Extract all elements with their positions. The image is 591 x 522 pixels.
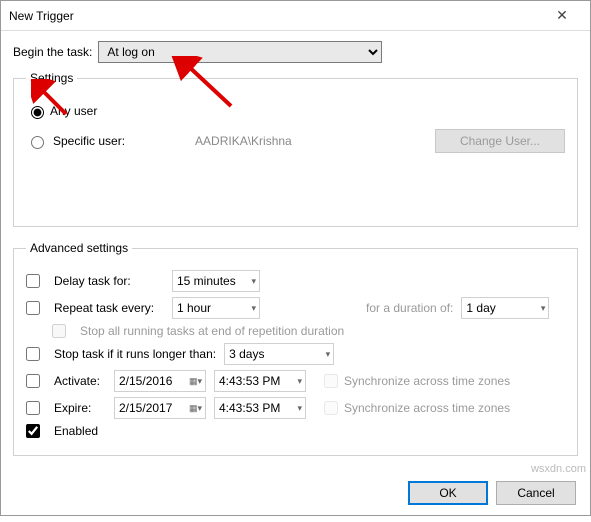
repeat-label: Repeat task every: <box>54 301 164 315</box>
delay-label: Delay task for: <box>54 274 164 288</box>
specific-user-radio[interactable] <box>31 136 44 149</box>
stop-all-row: Stop all running tasks at end of repetit… <box>52 324 565 338</box>
delay-row: Delay task for: 15 minutes▾ <box>26 270 565 292</box>
advanced-group: Advanced settings Delay task for: 15 min… <box>13 241 578 456</box>
specific-user-row: Specific user: AADRIKA\Krishna Change Us… <box>26 129 565 153</box>
any-user-radio[interactable] <box>31 106 44 119</box>
settings-legend: Settings <box>26 71 77 85</box>
repeat-combo[interactable]: 1 hour▾ <box>172 297 260 319</box>
any-user-row: Any user <box>26 103 565 119</box>
expire-checkbox[interactable] <box>26 401 40 415</box>
watermark: wsxdn.com <box>531 463 586 475</box>
specific-user-label: Specific user: <box>53 134 125 148</box>
expire-row: Expire: 2/15/2017▦▾ 4:43:53 PM▾ Synchron… <box>26 397 565 419</box>
repeat-row: Repeat task every: 1 hour▾ for a duratio… <box>26 297 565 319</box>
stop-if-combo[interactable]: 3 days▾ <box>224 343 334 365</box>
activate-label: Activate: <box>54 374 106 388</box>
sync-activate-label: Synchronize across time zones <box>344 374 510 388</box>
footer: OK Cancel <box>408 481 576 505</box>
enabled-row: Enabled <box>26 424 565 438</box>
sync-activate-checkbox <box>324 374 338 388</box>
sync-expire-label: Synchronize across time zones <box>344 401 510 415</box>
stop-if-checkbox[interactable] <box>26 347 40 361</box>
window-title: New Trigger <box>9 9 542 23</box>
dialog-body: Begin the task: At log on Settings Any u… <box>1 31 590 522</box>
begin-task-label: Begin the task: <box>13 45 92 59</box>
stop-all-checkbox <box>52 324 66 338</box>
begin-task-row: Begin the task: At log on <box>13 41 578 63</box>
enabled-checkbox[interactable] <box>26 424 40 438</box>
activate-date[interactable]: 2/15/2016▦▾ <box>114 370 206 392</box>
activate-row: Activate: 2/15/2016▦▾ 4:43:53 PM▾ Synchr… <box>26 370 565 392</box>
stop-if-row: Stop task if it runs longer than: 3 days… <box>26 343 565 365</box>
enabled-label: Enabled <box>54 424 98 438</box>
sync-expire: Synchronize across time zones <box>324 401 510 415</box>
titlebar: New Trigger ✕ <box>1 1 590 31</box>
duration-combo[interactable]: 1 day▾ <box>461 297 549 319</box>
delay-checkbox[interactable] <box>26 274 40 288</box>
repeat-checkbox[interactable] <box>26 301 40 315</box>
advanced-legend: Advanced settings <box>26 241 132 255</box>
activate-checkbox[interactable] <box>26 374 40 388</box>
cancel-button[interactable]: Cancel <box>496 481 576 505</box>
activate-time[interactable]: 4:43:53 PM▾ <box>214 370 306 392</box>
change-user-button[interactable]: Change User... <box>435 129 565 153</box>
begin-task-select[interactable]: At log on <box>98 41 382 63</box>
specific-user-value: AADRIKA\Krishna <box>195 134 292 148</box>
ok-button[interactable]: OK <box>408 481 488 505</box>
expire-time[interactable]: 4:43:53 PM▾ <box>214 397 306 419</box>
sync-activate: Synchronize across time zones <box>324 374 510 388</box>
any-user-label: Any user <box>50 104 97 118</box>
stop-all-label: Stop all running tasks at end of repetit… <box>80 324 344 338</box>
stop-if-label: Stop task if it runs longer than: <box>54 347 216 361</box>
expire-date[interactable]: 2/15/2017▦▾ <box>114 397 206 419</box>
settings-group: Settings Any user Specific user: AADRIKA… <box>13 71 578 227</box>
close-icon[interactable]: ✕ <box>542 7 582 24</box>
sync-expire-checkbox <box>324 401 338 415</box>
expire-label: Expire: <box>54 401 106 415</box>
duration-label: for a duration of: <box>366 301 453 315</box>
delay-combo[interactable]: 15 minutes▾ <box>172 270 260 292</box>
